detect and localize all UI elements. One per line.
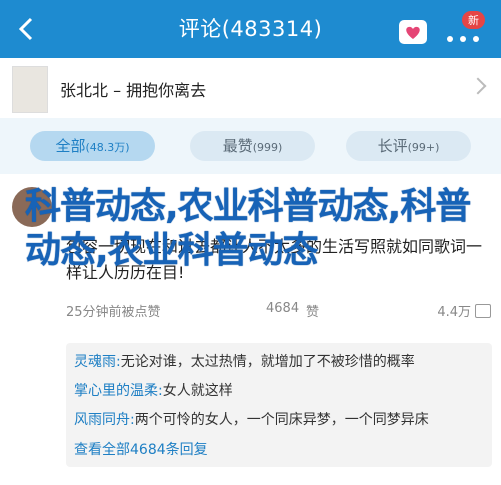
- comment-meta: 25分钟前被点赞 4684 赞 4.4万: [66, 301, 491, 321]
- book-cover: [12, 66, 48, 113]
- book-title: 张北北 – 拥抱你离去: [60, 81, 207, 100]
- comment-time: 25分钟前被点赞: [66, 305, 161, 320]
- reply-item[interactable]: 风雨同舟:两个可怜的女人，一个同床异梦，一个同梦异床: [74, 409, 484, 429]
- thumb-up-icon: [475, 304, 491, 318]
- overlay-watermark-text: 科普动态,农业科普动态,科普动态,农业科普动态: [25, 186, 471, 271]
- like-label[interactable]: 赞: [306, 301, 319, 320]
- filter-tabs: 全部(48.3万) 最赞(999) 长评(99+): [0, 118, 501, 174]
- chevron-right-icon: [469, 77, 487, 95]
- tab-all[interactable]: 全部(48.3万): [30, 131, 155, 161]
- view-all-replies-link[interactable]: 查看全部4684条回复: [74, 439, 208, 459]
- like-count[interactable]: 4.4万: [437, 301, 491, 320]
- reply-item[interactable]: 掌心里的温柔:女人就这样: [74, 380, 484, 400]
- comment-card: 一 包容一切现在和过去都让人不太多的生活写照就如同歌词一样让人历历在目! 科普动…: [0, 175, 501, 485]
- more-options-icon[interactable]: [447, 27, 487, 42]
- top-bar: 评论(483314) 新: [0, 0, 501, 58]
- reply-count[interactable]: 4684: [266, 301, 299, 316]
- tab-top[interactable]: 最赞(999): [190, 131, 315, 161]
- reply-item[interactable]: 灵魂雨:无论对谁，太过热情，就增加了不被珍惜的概率: [74, 351, 484, 371]
- tab-long[interactable]: 长评(99+): [346, 131, 471, 161]
- book-row[interactable]: 张北北 – 拥抱你离去: [0, 58, 501, 119]
- heart-box-icon[interactable]: [399, 20, 427, 44]
- reply-list: 灵魂雨:无论对谁，太过热情，就增加了不被珍惜的概率 掌心里的温柔:女人就这样 风…: [66, 343, 492, 467]
